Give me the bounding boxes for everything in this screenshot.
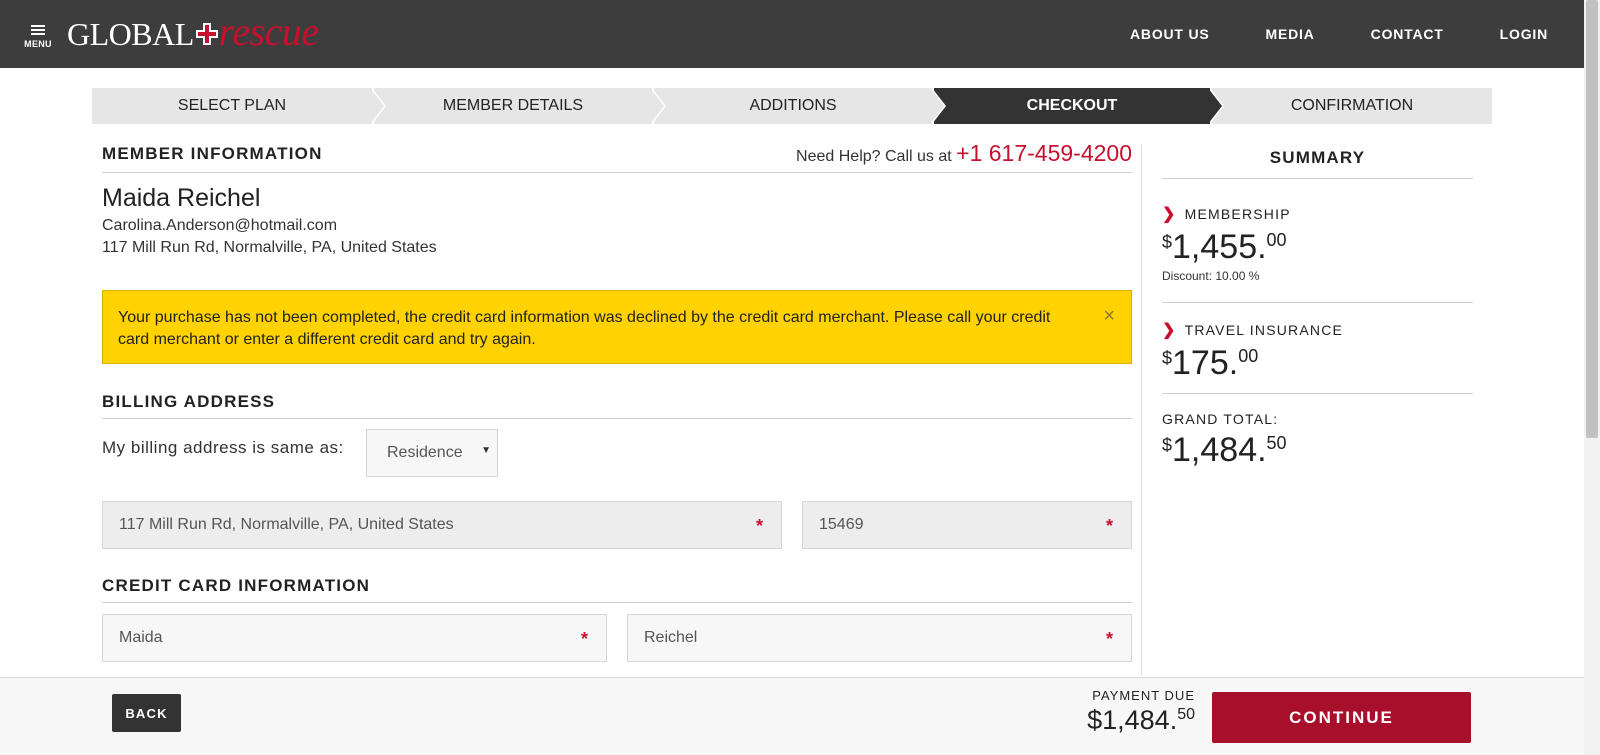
billing-zip-field[interactable]: 15469 * xyxy=(802,501,1132,549)
menu-button[interactable]: MENU xyxy=(22,22,56,52)
help-line: Need Help? Call us at +1 617-459-4200 xyxy=(796,140,1132,167)
column-divider xyxy=(1141,145,1142,675)
field-value: Reichel xyxy=(644,629,698,646)
step-separator xyxy=(1208,88,1222,124)
logo-text-rescue: rescue xyxy=(218,8,319,54)
required-icon: * xyxy=(1105,629,1113,649)
field-value: Maida xyxy=(119,629,163,646)
divider xyxy=(1162,393,1473,394)
alert-message: Your purchase has not been completed, th… xyxy=(118,309,1051,348)
checkout-progress-steps: SELECT PLAN MEMBER DETAILS ADDITIONS CHE… xyxy=(92,88,1492,124)
menu-label: MENU xyxy=(24,39,52,49)
payment-due: PAYMENT DUE $1,484.50 xyxy=(1077,688,1195,736)
billing-same-as-label: My billing address is same as: xyxy=(102,438,344,457)
grand-total-price: $1,484.50 xyxy=(1162,431,1287,469)
scrollbar-thumb[interactable] xyxy=(1586,0,1598,438)
step-separator xyxy=(930,88,944,124)
required-icon: * xyxy=(1105,516,1113,536)
logo-text-global: GLOBAL xyxy=(67,15,194,52)
member-information-title: MEMBER INFORMATION xyxy=(102,144,323,163)
billing-same-as-select[interactable]: Residence ▼ xyxy=(366,429,498,477)
step-confirmation: CONFIRMATION xyxy=(1212,88,1492,124)
step-select-plan[interactable]: SELECT PLAN xyxy=(92,88,372,124)
chevron-right-icon: ❯ xyxy=(1162,322,1177,339)
step-separator xyxy=(370,88,384,124)
required-icon: * xyxy=(580,629,588,649)
payment-declined-alert: Your purchase has not been completed, th… xyxy=(102,290,1132,364)
divider xyxy=(102,172,1132,173)
summary-title: SUMMARY xyxy=(1162,148,1473,179)
divider xyxy=(102,602,1132,603)
payment-due-label: PAYMENT DUE xyxy=(1092,688,1195,703)
card-last-name-field[interactable]: Reichel * xyxy=(627,614,1132,662)
summary-membership: ❯ MEMBERSHIP $1,455.00 Discount: 10.00 % xyxy=(1162,204,1473,283)
member-address: 117 Mill Run Rd, Normalville, PA, United… xyxy=(102,239,437,256)
step-checkout[interactable]: CHECKOUT xyxy=(934,88,1210,124)
divider xyxy=(1162,302,1473,303)
summary-grand-total: GRAND TOTAL: $1,484.50 xyxy=(1162,411,1473,470)
nav-media[interactable]: MEDIA xyxy=(1266,26,1315,42)
credit-card-title: CREDIT CARD INFORMATION xyxy=(102,576,371,595)
step-separator xyxy=(650,88,664,124)
field-value: 15469 xyxy=(819,516,864,533)
step-additions[interactable]: ADDITIONS xyxy=(654,88,932,124)
membership-price: $1,455.00 xyxy=(1162,228,1287,266)
checkout-footer: BACK PAYMENT DUE $1,484.50 CONTINUE xyxy=(0,677,1584,755)
top-nav: ABOUT US MEDIA CONTACT LOGIN xyxy=(1074,0,1548,68)
summary-travel-insurance: ❯ TRAVEL INSURANCE $175.00 xyxy=(1162,320,1473,383)
nav-login[interactable]: LOGIN xyxy=(1500,26,1548,42)
select-value: Residence xyxy=(387,444,463,461)
medical-cross-icon xyxy=(195,23,218,45)
help-phone-link[interactable]: +1 617-459-4200 xyxy=(956,140,1132,166)
membership-label: MEMBERSHIP xyxy=(1184,206,1291,222)
nav-contact[interactable]: CONTACT xyxy=(1371,26,1444,42)
step-member-details[interactable]: MEMBER DETAILS xyxy=(374,88,652,124)
travel-insurance-price: $175.00 xyxy=(1162,344,1259,382)
divider xyxy=(102,418,1132,419)
travel-insurance-label: TRAVEL INSURANCE xyxy=(1184,322,1344,338)
close-icon[interactable]: × xyxy=(1103,305,1115,327)
billing-address-title: BILLING ADDRESS xyxy=(102,392,276,411)
payment-due-amount: $1,484.50 xyxy=(1087,705,1195,735)
global-rescue-logo[interactable]: GLOBAL rescue xyxy=(67,9,319,56)
nav-about-us[interactable]: ABOUT US xyxy=(1130,26,1210,42)
billing-address-field[interactable]: 117 Mill Run Rd, Normalville, PA, United… xyxy=(102,501,782,549)
member-name: Maida Reichel xyxy=(102,184,261,212)
card-first-name-field[interactable]: Maida * xyxy=(102,614,607,662)
top-header: MENU GLOBAL rescue ABOUT US MEDIA CONTAC… xyxy=(0,0,1584,68)
grand-total-label: GRAND TOTAL: xyxy=(1162,411,1279,427)
member-email: Carolina.Anderson@hotmail.com xyxy=(102,217,338,234)
required-icon: * xyxy=(755,516,763,536)
order-summary: SUMMARY ❯ MEMBERSHIP $1,455.00 Discount:… xyxy=(1162,148,1473,469)
caret-down-icon: ▼ xyxy=(481,445,491,456)
hamburger-icon xyxy=(31,25,45,37)
membership-discount: Discount: 10.00 % xyxy=(1162,269,1260,283)
continue-button[interactable]: CONTINUE xyxy=(1212,692,1471,743)
chevron-right-icon: ❯ xyxy=(1162,206,1177,223)
field-value: 117 Mill Run Rd, Normalville, PA, United… xyxy=(119,516,454,533)
page-scrollbar[interactable] xyxy=(1584,0,1600,755)
help-text: Need Help? Call us at xyxy=(796,148,952,165)
back-button[interactable]: BACK xyxy=(112,694,181,732)
